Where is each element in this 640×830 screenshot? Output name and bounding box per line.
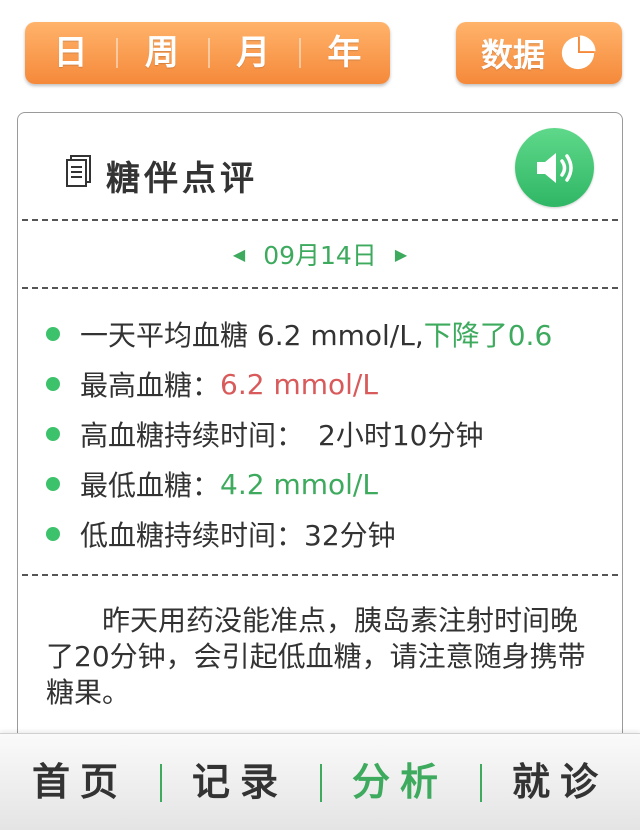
next-date-arrow-icon[interactable]: ▶ — [395, 245, 407, 264]
max-value: 6.2 mmol/L — [220, 367, 378, 401]
card-header: 糖伴点评 — [18, 113, 622, 220]
nav-records[interactable]: 记录 — [160, 734, 320, 830]
pie-chart-icon — [561, 35, 596, 70]
speaker-icon — [536, 152, 573, 183]
tab-day[interactable]: 日 — [25, 22, 116, 84]
bullet-icon — [46, 327, 60, 341]
nav-analysis[interactable]: 分析 — [320, 734, 480, 830]
bullet-icon — [46, 477, 60, 491]
review-comment: 昨天用药没能准点，胰岛素注射时间晚了20分钟，会引起低血糖，请注意随身携带糖果。 — [46, 604, 586, 709]
stat-average: 一天平均血糖 6.2 mmol/L, 下降了0.6 — [46, 309, 616, 359]
bottom-nav: 首页 记录 分析 就诊 — [0, 733, 640, 830]
stats-list: 一天平均血糖 6.2 mmol/L, 下降了0.6 最高血糖： 6.2 mmol… — [46, 309, 616, 559]
high-duration-value: 2小时10分钟 — [318, 419, 484, 452]
low-duration-label: 低血糖持续时间： — [80, 519, 305, 552]
stat-min: 最低血糖： 4.2 mmol/L — [46, 459, 616, 509]
divider — [22, 574, 618, 576]
high-duration-label: 高血糖持续时间： — [80, 419, 305, 452]
period-selector: 日 周 月 年 — [25, 22, 390, 84]
average-label: 一天平均血糖 6.2 mmol/L, — [80, 319, 424, 352]
prev-date-arrow-icon[interactable]: ◀ — [233, 245, 245, 264]
bullet-icon — [46, 427, 60, 441]
low-duration-value: 32分钟 — [304, 519, 396, 552]
speaker-button[interactable] — [515, 128, 594, 207]
nav-visit[interactable]: 就诊 — [480, 734, 640, 830]
data-button-label: 数据 — [480, 36, 545, 74]
tab-year[interactable]: 年 — [298, 22, 390, 84]
current-date: 09月14日 — [263, 241, 377, 270]
divider — [22, 287, 618, 289]
nav-home[interactable]: 首页 — [0, 734, 160, 830]
tab-month[interactable]: 月 — [207, 22, 299, 84]
document-icon — [66, 155, 91, 187]
card-title: 糖伴点评 — [106, 159, 258, 199]
tab-week[interactable]: 周 — [116, 22, 207, 84]
stat-max: 最高血糖： 6.2 mmol/L — [46, 359, 616, 409]
stat-high-duration: 高血糖持续时间： 2小时10分钟 — [46, 409, 616, 459]
date-navigator: ◀ 09月14日 ▶ — [18, 221, 622, 287]
bullet-icon — [46, 527, 60, 541]
max-label: 最高血糖： — [80, 369, 221, 402]
stat-low-duration: 低血糖持续时间： 32分钟 — [46, 509, 616, 559]
average-trend: 下降了0.6 — [423, 319, 553, 352]
bullet-icon — [46, 377, 60, 391]
data-button[interactable]: 数据 — [456, 22, 622, 84]
review-card: 糖伴点评 ◀ 09月14日 ▶ 一天平均血糖 6.2 mmol/L, 下降了0.… — [17, 112, 623, 752]
min-label: 最低血糖： — [80, 469, 221, 502]
min-value: 4.2 mmol/L — [220, 467, 378, 501]
